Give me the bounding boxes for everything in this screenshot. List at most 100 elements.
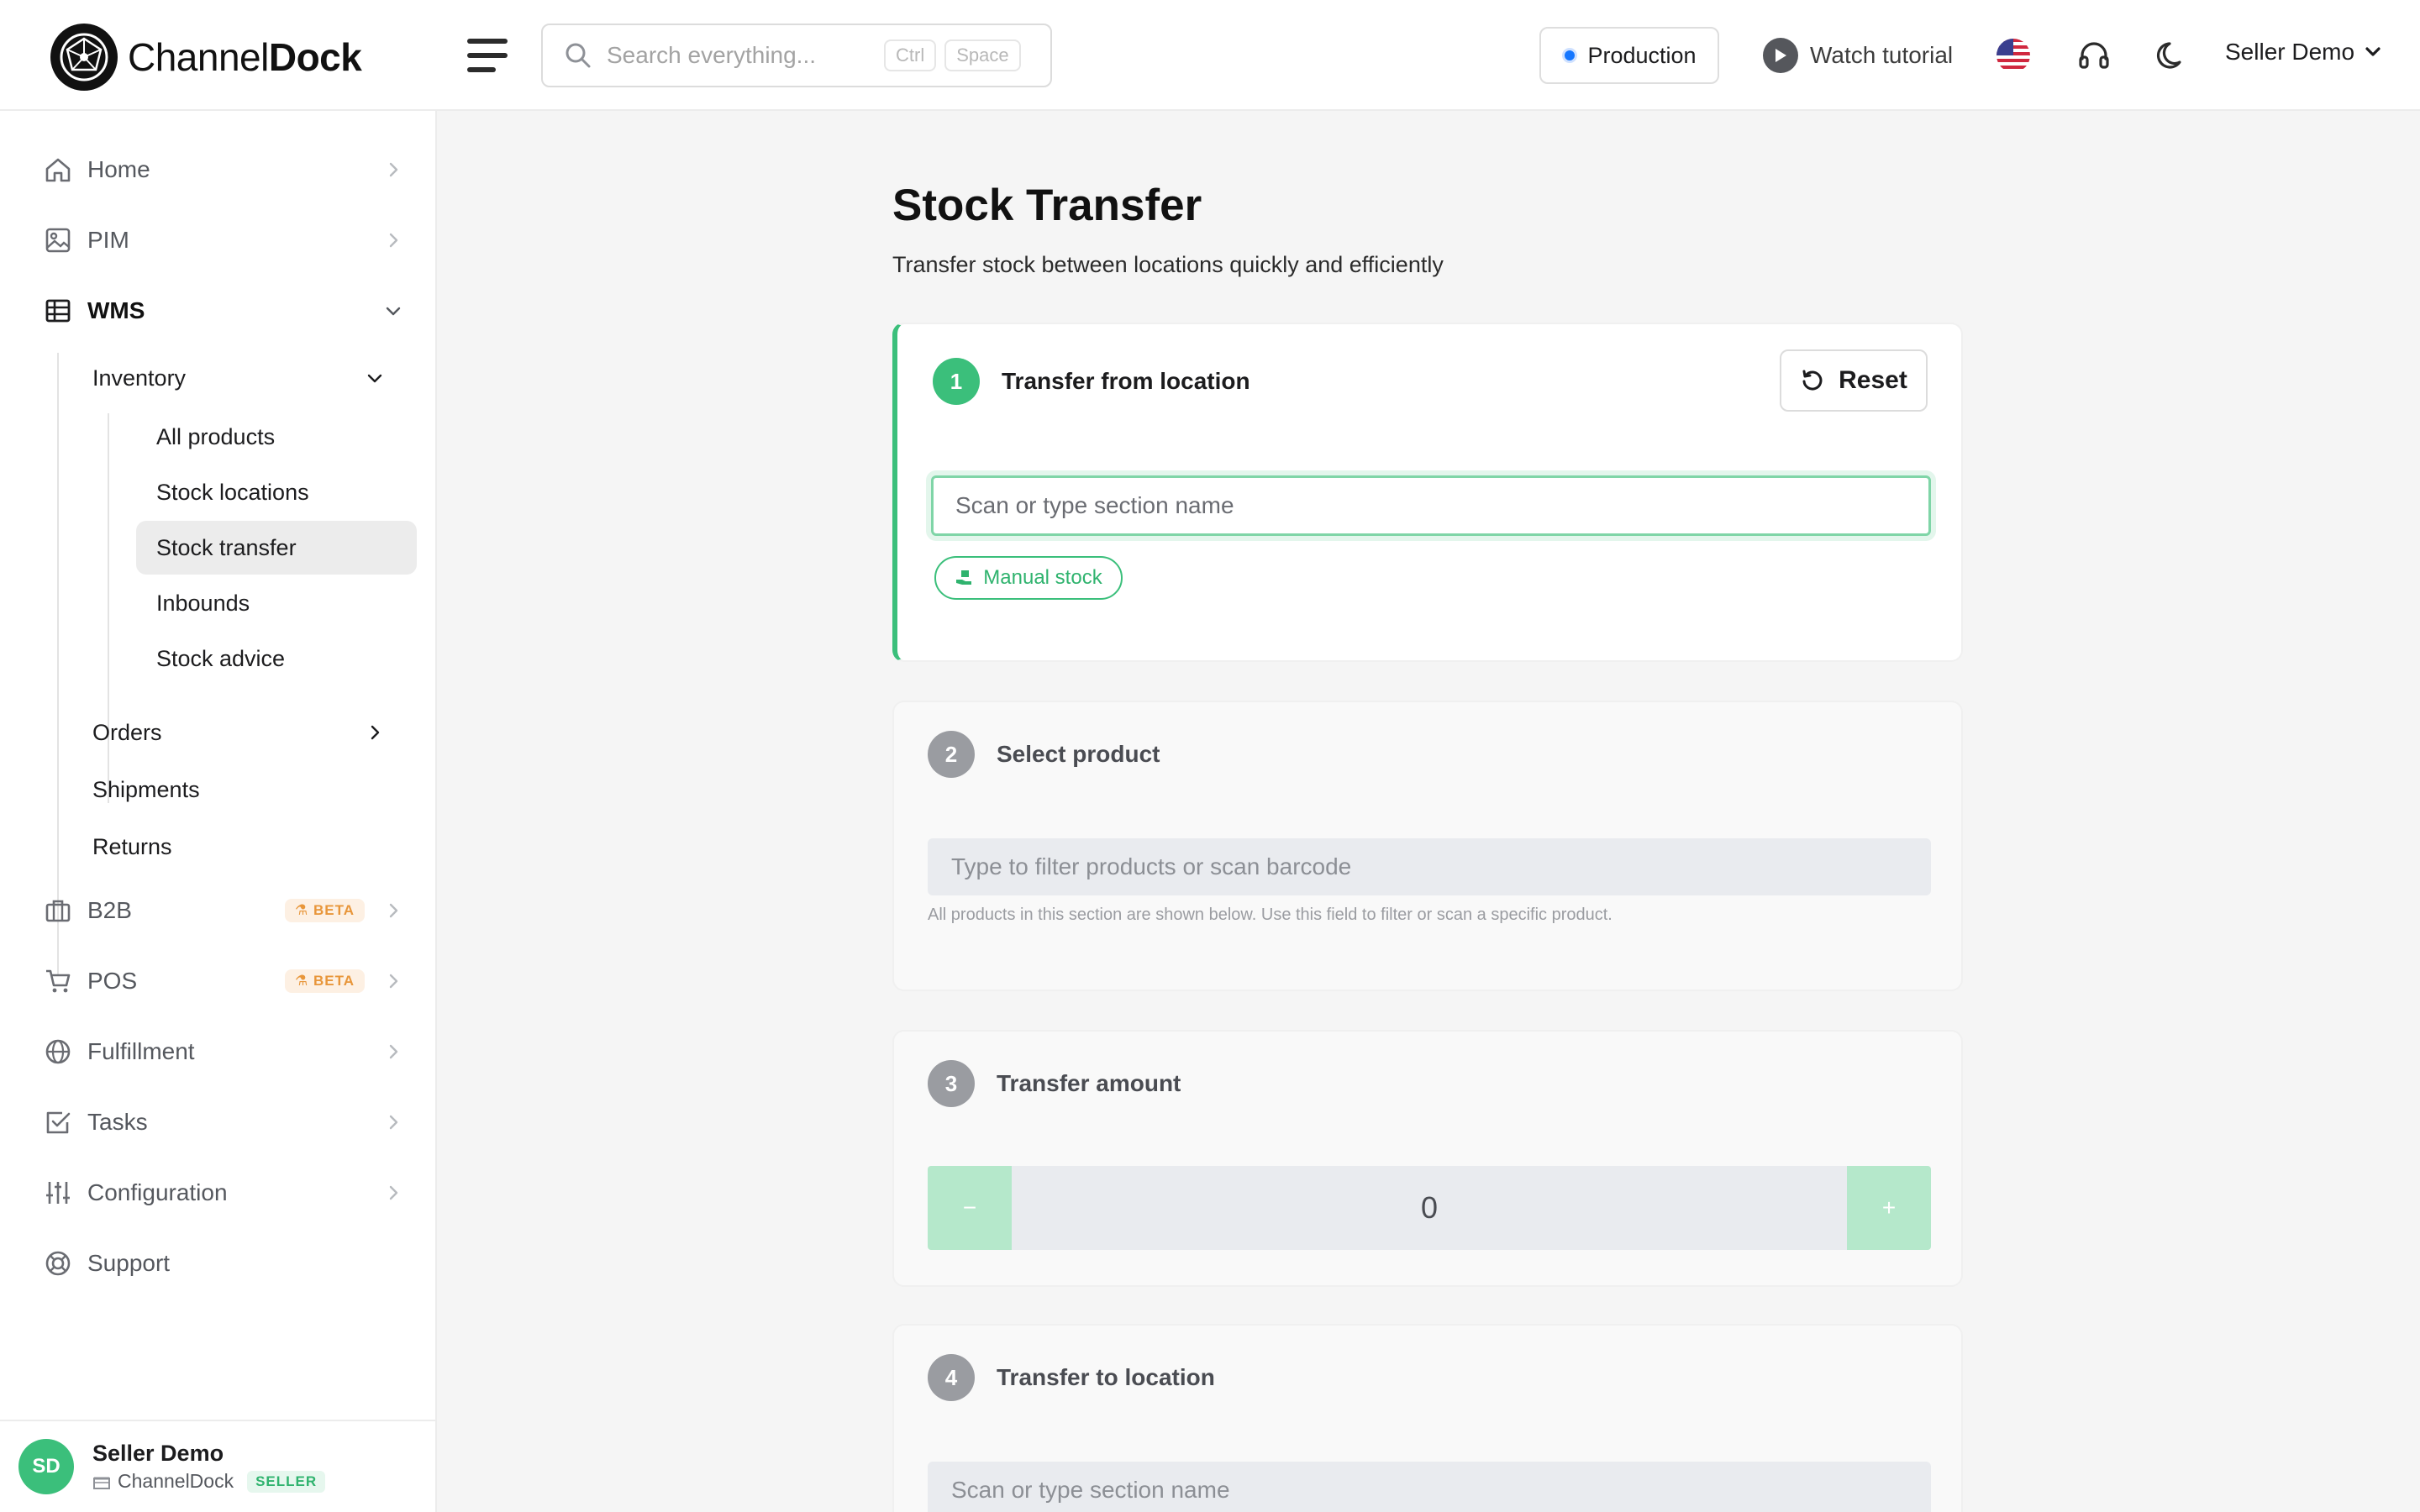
sidebar-item-label: Stock locations	[156, 479, 309, 505]
logo-wordmark: ChannelDock	[128, 34, 362, 80]
step-number: 1	[933, 358, 980, 405]
chevron-right-icon	[389, 1115, 398, 1130]
menu-icon[interactable]	[467, 35, 511, 76]
globe-icon	[42, 1036, 74, 1068]
to-location-input[interactable]	[928, 1462, 1931, 1512]
tree-line	[57, 353, 59, 974]
sidebar-item-inbounds[interactable]: Inbounds	[136, 576, 417, 630]
watch-tutorial-button[interactable]: Watch tutorial	[1763, 37, 1953, 74]
sidebar-item-label: Home	[87, 156, 150, 182]
step-card-transfer-to: 4 Transfer to location	[892, 1324, 1963, 1512]
decrement-button[interactable]: −	[928, 1166, 1012, 1250]
page-title: Stock Transfer	[892, 181, 1202, 230]
sidebar-item-support[interactable]: Support	[42, 1238, 403, 1289]
hand-box-icon	[956, 570, 972, 585]
headset-icon[interactable]	[2075, 37, 2112, 74]
sidebar-item-tasks[interactable]: Tasks	[42, 1097, 403, 1147]
kbd-space: Space	[944, 39, 1021, 71]
search-input[interactable]	[607, 42, 876, 69]
step-title: Transfer to location	[997, 1364, 1215, 1390]
briefcase-icon	[42, 895, 74, 927]
beta-badge: ⚗ BETA	[285, 969, 365, 993]
role-badge: SELLER	[247, 1470, 326, 1493]
sidebar-item-b2b[interactable]: B2B ⚗ BETA	[42, 885, 403, 936]
sidebar-item-shipments[interactable]: Shipments	[92, 766, 403, 813]
footer-company-name: ChannelDock	[118, 1470, 234, 1492]
sidebar-item-fulfillment[interactable]: Fulfillment	[42, 1026, 403, 1077]
sidebar-item-inventory[interactable]: Inventory	[92, 354, 403, 402]
table-icon	[42, 295, 74, 327]
sidebar-item-pos[interactable]: POS ⚗ BETA	[42, 956, 403, 1006]
kbd-ctrl: Ctrl	[884, 39, 937, 71]
sidebar-item-wms[interactable]: WMS	[42, 286, 403, 336]
manual-stock-label: Manual stock	[983, 566, 1102, 589]
quantity-value[interactable]: 0	[1012, 1166, 1847, 1250]
chevron-down-icon	[386, 307, 401, 316]
sidebar-item-orders[interactable]: Orders	[92, 709, 403, 756]
from-location-input[interactable]	[931, 475, 1931, 536]
sidebar-item-home[interactable]: Home	[42, 144, 403, 195]
play-icon	[1763, 38, 1798, 73]
step-number: 2	[928, 731, 975, 778]
step-title: Transfer amount	[997, 1070, 1181, 1096]
step-card-select-product: 2 Select product All products in this se…	[892, 701, 1963, 991]
beta-badge: ⚗ BETA	[285, 899, 365, 922]
us-flag-icon[interactable]	[1996, 39, 2030, 72]
chevron-down-icon	[2365, 47, 2381, 56]
sidebar-item-returns[interactable]: Returns	[92, 823, 403, 870]
checkbox-icon	[42, 1106, 74, 1138]
step-card-transfer-from: 1 Transfer from location Reset Manual st…	[892, 323, 1963, 662]
sidebar-item-label: Inbounds	[156, 590, 250, 616]
chevron-right-icon	[371, 725, 380, 740]
sidebar-item-label: Support	[87, 1250, 171, 1276]
environment-label: Production	[1587, 42, 1697, 68]
page-subtitle: Transfer stock between locations quickly…	[892, 252, 1444, 277]
sidebar-item-stock-locations[interactable]: Stock locations	[136, 465, 417, 519]
sidebar-item-label: Orders	[92, 719, 162, 745]
chevron-right-icon	[389, 903, 398, 918]
chevron-down-icon	[367, 374, 382, 383]
environment-status-dot	[1562, 48, 1578, 63]
logo-icon	[50, 24, 118, 91]
store-icon	[93, 1477, 110, 1489]
image-icon	[42, 224, 74, 256]
product-filter-input[interactable]	[928, 838, 1931, 895]
sidebar-item-all-products[interactable]: All products	[136, 410, 417, 464]
increment-button[interactable]: +	[1847, 1166, 1931, 1250]
step-header: 4 Transfer to location	[928, 1354, 1215, 1401]
chevron-right-icon	[389, 974, 398, 989]
reset-icon	[1802, 370, 1823, 391]
search-icon	[566, 43, 591, 68]
manual-stock-button[interactable]: Manual stock	[934, 556, 1123, 600]
sidebar: Home PIM WMS Inventory All products Stoc…	[0, 111, 437, 1512]
quantity-stepper: − 0 +	[928, 1166, 1931, 1250]
channeldock-logo[interactable]: ChannelDock	[50, 24, 362, 91]
step-header: 1 Transfer from location	[933, 358, 1250, 405]
sidebar-item-stock-advice[interactable]: Stock advice	[136, 632, 417, 685]
step-title: Select product	[997, 741, 1160, 767]
avatar: SD	[18, 1439, 74, 1494]
sidebar-item-label: Returns	[92, 833, 172, 859]
chevron-right-icon	[389, 162, 398, 177]
reset-button[interactable]: Reset	[1780, 349, 1928, 412]
sidebar-item-label: Stock transfer	[156, 534, 297, 560]
sidebar-item-label: WMS	[87, 297, 145, 323]
sidebar-item-label: Inventory	[92, 365, 187, 391]
sidebar-item-stock-transfer[interactable]: Stock transfer	[136, 521, 417, 575]
environment-badge[interactable]: Production	[1539, 27, 1719, 84]
step-title: Transfer from location	[1002, 368, 1250, 394]
chevron-right-icon	[389, 233, 398, 248]
lifebuoy-icon	[42, 1247, 74, 1279]
sidebar-item-label: Shipments	[92, 776, 200, 802]
sidebar-item-configuration[interactable]: Configuration	[42, 1168, 403, 1218]
global-search[interactable]: Ctrl Space	[541, 24, 1052, 87]
sidebar-user-footer[interactable]: SD Seller Demo ChannelDock SELLER	[0, 1420, 437, 1512]
user-menu[interactable]: Seller Demo	[2225, 39, 2381, 66]
sidebar-item-label: Configuration	[87, 1179, 228, 1205]
footer-company-row: ChannelDock SELLER	[92, 1470, 326, 1493]
sidebar-item-pim[interactable]: PIM	[42, 215, 403, 265]
sidebar-item-label: Tasks	[87, 1109, 148, 1135]
sidebar-item-label: PIM	[87, 227, 129, 253]
sidebar-item-label: All products	[156, 423, 276, 449]
moon-icon[interactable]	[2154, 37, 2191, 74]
